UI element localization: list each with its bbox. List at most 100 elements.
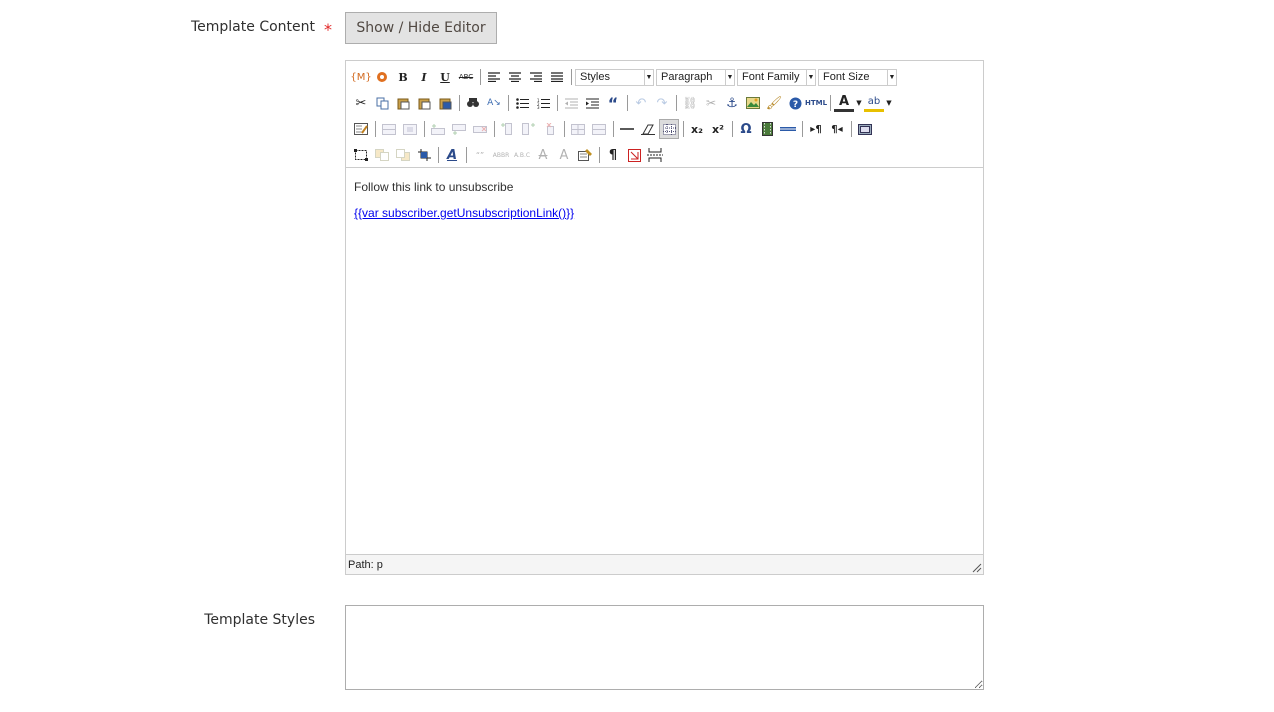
cut-icon[interactable]: ✂ (351, 93, 371, 113)
pagebreak-icon[interactable] (645, 145, 665, 165)
bold-icon[interactable]: B (393, 67, 413, 87)
format-select-label: Paragraph (661, 71, 713, 83)
wysiwyg-editor: {M} B I U ABC Styles ▼ Paragraph ▼ Font … (345, 60, 984, 575)
absolute-position-icon[interactable] (414, 145, 434, 165)
paste-text-icon[interactable] (414, 93, 434, 113)
visual-aid-icon[interactable] (659, 119, 679, 139)
acronym-icon[interactable]: A.B.C (512, 145, 532, 165)
chevron-down-icon[interactable]: ▼ (855, 93, 863, 113)
link-icon[interactable]: ⛓ (680, 93, 700, 113)
styles-select[interactable]: Styles ▼ (575, 68, 654, 86)
undo-icon[interactable]: ↶ (631, 93, 651, 113)
show-hide-editor-button[interactable]: Show / Hide Editor (345, 12, 497, 44)
advanced-hr-icon[interactable] (778, 119, 798, 139)
editor-content-area[interactable]: Follow this link to unsubscribe {{var su… (346, 167, 983, 556)
horizontal-rule-icon[interactable] (617, 119, 637, 139)
move-forward-icon[interactable] (372, 145, 392, 165)
remove-format-icon[interactable] (638, 119, 658, 139)
anchor-icon[interactable]: ⚓ (722, 93, 742, 113)
special-char-icon[interactable]: Ω (736, 119, 756, 139)
toolbar-separator (466, 147, 467, 163)
blockquote-icon[interactable]: “ (603, 93, 623, 113)
media-icon[interactable] (757, 119, 777, 139)
help-icon[interactable]: ? (785, 93, 805, 113)
find-icon[interactable] (463, 93, 483, 113)
template-styles-textarea[interactable] (345, 605, 984, 690)
del-icon[interactable]: A (533, 145, 553, 165)
rtl-icon[interactable]: ¶◂ (827, 119, 847, 139)
chevron-down-icon[interactable]: ▼ (885, 93, 893, 113)
insert-layer-icon[interactable] (351, 145, 371, 165)
toolbar-separator (438, 147, 439, 163)
table-row-props-icon[interactable] (379, 119, 399, 139)
insert-col-after-icon[interactable] (519, 119, 539, 139)
toolbar-separator (683, 121, 684, 137)
bullet-list-icon[interactable] (512, 93, 532, 113)
numbered-list-icon[interactable]: 123 (533, 93, 553, 113)
paste-word-icon[interactable] (435, 93, 455, 113)
align-right-icon[interactable] (526, 67, 546, 87)
visual-chars-icon[interactable]: ¶ (603, 145, 623, 165)
attributes-icon[interactable] (575, 145, 595, 165)
styleprops-icon[interactable]: A (442, 145, 462, 165)
abbr-icon[interactable]: ABBR (491, 145, 511, 165)
align-left-icon[interactable] (484, 67, 504, 87)
toolbar-row-3: x₂ x² Ω ▸¶ ¶◂ (351, 118, 876, 140)
ltr-icon[interactable]: ▸¶ (806, 119, 826, 139)
cite-icon[interactable]: “” (470, 145, 490, 165)
delete-col-icon[interactable] (540, 119, 560, 139)
edit-table-icon[interactable] (351, 119, 371, 139)
text-color-icon[interactable]: A (834, 94, 854, 112)
format-select[interactable]: Paragraph ▼ (656, 68, 735, 86)
resize-handle-icon[interactable] (972, 563, 982, 573)
toolbar-separator (459, 95, 460, 111)
chevron-down-icon: ▼ (806, 69, 815, 85)
insert-row-before-icon[interactable] (428, 119, 448, 139)
delete-row-icon[interactable] (470, 119, 490, 139)
insert-row-after-icon[interactable] (449, 119, 469, 139)
editor-status-bar: Path: p (346, 554, 983, 574)
merge-cells-icon[interactable] (589, 119, 609, 139)
template-content-label: Template Content (190, 19, 315, 35)
subscript-icon[interactable]: x₂ (687, 119, 707, 139)
ins-icon[interactable]: A (554, 145, 574, 165)
nonbreaking-icon[interactable] (624, 145, 644, 165)
align-justify-icon[interactable] (547, 67, 567, 87)
redo-icon[interactable]: ↷ (652, 93, 672, 113)
superscript-icon[interactable]: x² (708, 119, 728, 139)
background-color-icon[interactable]: ab (864, 94, 884, 112)
align-center-icon[interactable] (505, 67, 525, 87)
move-backward-icon[interactable] (393, 145, 413, 165)
toolbar-separator (627, 95, 628, 111)
unlink-icon[interactable]: ✂ (701, 93, 721, 113)
insert-variable-icon[interactable] (372, 67, 392, 87)
copy-icon[interactable] (372, 93, 392, 113)
html-source-icon[interactable]: HTML (805, 93, 827, 113)
help-icon-glyph: ? (792, 100, 797, 110)
cleanup-icon[interactable]: 🖌 (764, 93, 784, 113)
toolbar-separator (375, 121, 376, 137)
chevron-down-icon: ▼ (887, 69, 896, 85)
required-marker: * (324, 20, 332, 39)
outdent-icon[interactable] (561, 93, 581, 113)
font-size-select[interactable]: Font Size ▼ (818, 68, 897, 86)
toolbar-separator (732, 121, 733, 137)
indent-icon[interactable] (582, 93, 602, 113)
italic-icon[interactable]: I (414, 67, 434, 87)
toolbar-row-1: {M} B I U ABC Styles ▼ Paragraph ▼ Font … (350, 66, 899, 88)
insert-col-before-icon[interactable] (498, 119, 518, 139)
unsubscribe-link[interactable]: {{var subscriber.getUnsubscriptionLink()… (354, 206, 574, 220)
font-family-select-label: Font Family (742, 71, 800, 83)
fullscreen-icon[interactable] (855, 119, 875, 139)
split-cells-icon[interactable] (568, 119, 588, 139)
table-cell-props-icon[interactable] (400, 119, 420, 139)
font-size-select-label: Font Size (823, 71, 870, 83)
insert-image-icon[interactable] (743, 93, 763, 113)
magento-widget-icon[interactable]: {M} (350, 67, 371, 87)
replace-icon[interactable]: A↘ (484, 93, 504, 113)
strikethrough-icon[interactable]: ABC (456, 67, 476, 87)
toolbar-row-2: ✂ A↘ 123 “ ↶ ↷ ⛓ ✂ ⚓ 🖌 ? HTML A ▼ ab ▼ (351, 92, 894, 114)
font-family-select[interactable]: Font Family ▼ (737, 68, 816, 86)
paste-icon[interactable] (393, 93, 413, 113)
underline-icon[interactable]: U (435, 67, 455, 87)
